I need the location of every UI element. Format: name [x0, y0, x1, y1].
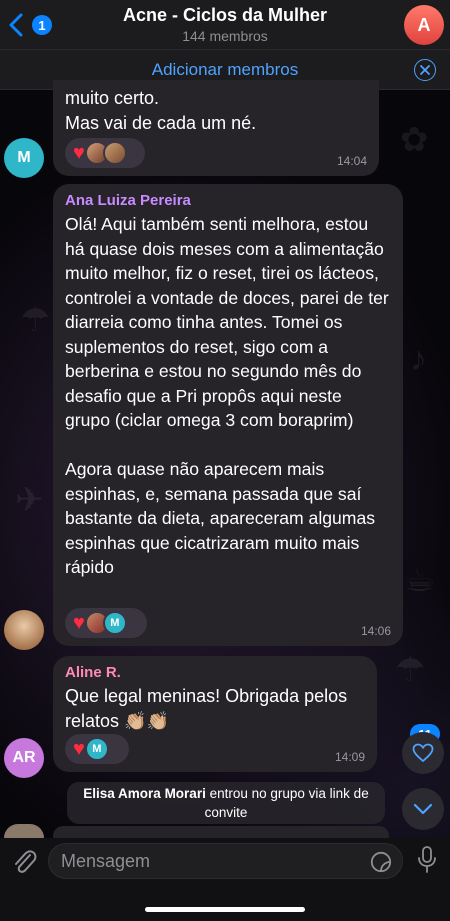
chevron-down-icon: [413, 803, 433, 815]
sender-avatar[interactable]: [4, 610, 44, 650]
system-message: Elisa Amora Morari entrou no grupo via l…: [67, 782, 385, 824]
home-indicator[interactable]: [145, 907, 305, 912]
heart-icon: ♥: [73, 612, 85, 634]
joined-user-name[interactable]: Elisa Amora Morari: [83, 786, 206, 801]
reactor-avatar: M: [84, 737, 109, 761]
message-text: Que legal meninas! Obrigada pelos relato…: [65, 686, 348, 731]
group-avatar-letter: A: [417, 14, 431, 35]
reactor-avatar: M: [102, 611, 127, 635]
reactions-jump-button[interactable]: [402, 732, 444, 774]
doodle-icon: ☕: [405, 561, 436, 599]
close-add-members-button[interactable]: [414, 59, 436, 81]
heart-icon: ♥: [73, 142, 85, 164]
message-text: Olá! Aqui também senti melhora, estou há…: [65, 214, 389, 577]
group-avatar[interactable]: A: [404, 5, 444, 45]
reactions[interactable]: ♥ M: [65, 608, 147, 638]
close-icon: [420, 65, 430, 75]
reactions[interactable]: ♥ M: [65, 734, 129, 764]
reactor-avatar: [102, 141, 127, 165]
doodle-icon: ☂: [395, 651, 426, 689]
paperclip-icon[interactable]: [10, 846, 38, 878]
message-input-placeholder: Mensagem: [61, 851, 151, 871]
message-bubble[interactable]: Aline R. Que legal meninas! Obrigada pel…: [53, 656, 377, 772]
message-bubble[interactable]: muito certo. Mas vai de cada um né. ♥ 14…: [53, 80, 379, 176]
chat-title: Acne - Ciclos da Mulher: [122, 5, 328, 25]
doodle-icon: ☂: [20, 301, 51, 339]
doodle-icon: ♪: [410, 340, 427, 378]
sticker-icon[interactable]: [370, 851, 392, 873]
sender-avatar[interactable]: [4, 824, 44, 838]
sender-avatar[interactable]: M: [4, 138, 44, 178]
message-input[interactable]: Mensagem: [48, 843, 403, 879]
message-time: 14:04: [336, 154, 367, 168]
system-message-text: entrou no grupo via link de convite: [204, 786, 369, 820]
message-bubble[interactable]: Ana Luiza Pereira Olá! Aqui também senti…: [53, 184, 403, 646]
doodle-icon: ✈: [15, 481, 44, 519]
sender-avatar-letter: M: [17, 149, 31, 166]
message-time: 14:06: [360, 624, 391, 638]
reactions[interactable]: ♥: [65, 138, 145, 168]
sender-name[interactable]: Aline R.: [65, 664, 365, 681]
chat-title-area[interactable]: Acne - Ciclos da Mulher 144 membros: [0, 5, 450, 44]
message-text: muito certo. Mas vai de cada um né.: [65, 88, 257, 133]
message-time: 14:09: [334, 750, 365, 764]
member-count: 144 membros: [182, 28, 268, 44]
heart-outline-icon: [412, 743, 434, 763]
microphone-icon[interactable]: [416, 845, 438, 875]
sender-avatar-letter: AR: [12, 749, 36, 766]
doodle-icon: ✿: [400, 121, 429, 159]
sender-name[interactable]: Ana Luiza Pereira: [65, 192, 391, 209]
chat-header: 1 Acne - Ciclos da Mulher 144 membros A: [0, 0, 450, 50]
sender-avatar[interactable]: AR: [4, 738, 44, 778]
add-members-button[interactable]: Adicionar membros: [152, 60, 298, 80]
heart-icon: ♥: [73, 738, 85, 760]
scroll-down-button[interactable]: [402, 788, 444, 830]
